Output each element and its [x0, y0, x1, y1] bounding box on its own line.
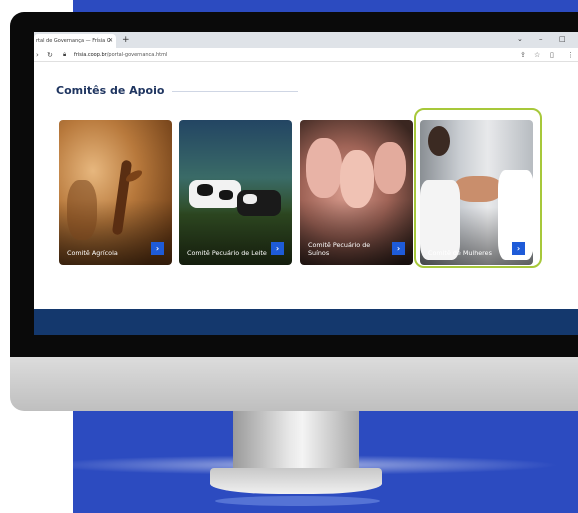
cow-body-image	[237, 190, 281, 216]
minimize-button[interactable]: –	[539, 33, 543, 45]
browser-address-bar: › ↻ 🔒︎ frisia.coop.br/portal-governanca.…	[34, 48, 578, 62]
site-footer	[34, 309, 578, 335]
url-host: frisia.coop.br	[74, 52, 107, 58]
monitor-chin	[10, 357, 578, 411]
url-field[interactable]: frisia.coop.br/portal-governanca.html	[74, 49, 167, 61]
browser-tab[interactable]: rtal de Governança — Frísia C ✕	[34, 34, 116, 48]
marketing-stage: rtal de Governança — Frísia C ✕ + ⌄ – □ …	[0, 0, 578, 513]
back-icon[interactable]: ›	[36, 49, 39, 61]
star-icon[interactable]: ☆	[534, 49, 540, 61]
cow-spot-image	[219, 190, 233, 200]
card-label: Comitê Pecuário de Suínos	[308, 241, 371, 257]
browser-tab-title: rtal de Governança — Frísia C	[36, 38, 111, 44]
lock-icon[interactable]: 🔒︎	[63, 49, 66, 61]
stand-reflection	[215, 496, 380, 506]
share-icon[interactable]: ⇪	[520, 49, 526, 61]
monitor-screen: rtal de Governança — Frísia C ✕ + ⌄ – □ …	[34, 32, 578, 335]
url-path: /portal-governanca.html	[106, 52, 168, 58]
maximize-button[interactable]: □	[559, 33, 566, 45]
close-icon[interactable]: ✕	[108, 34, 113, 48]
cow-spot-image	[197, 184, 213, 196]
card-comite-agricola[interactable]: Comitê Agrícola ›	[59, 120, 172, 265]
profile-icon[interactable]: ⋮	[567, 49, 574, 61]
new-tab-button[interactable]: +	[122, 34, 130, 46]
chevron-right-icon[interactable]: ›	[392, 242, 405, 255]
monitor-stand-foot	[210, 468, 382, 494]
card-comite-pecuario-suinos[interactable]: Comitê Pecuário de Suínos ›	[300, 120, 413, 265]
highlight-frame	[414, 108, 542, 268]
monitor-stand-neck	[233, 411, 359, 471]
cow-spot-image	[243, 194, 257, 204]
pig-image	[340, 150, 374, 208]
pig-image	[374, 142, 406, 194]
card-label: Comitê Agrícola	[67, 249, 118, 257]
card-label: Comitê Pecuário de Leite	[187, 249, 267, 257]
sidebar-icon[interactable]: ▯	[550, 49, 554, 61]
title-divider	[172, 91, 298, 92]
plant-stem-image	[111, 159, 133, 236]
cow-body-image	[189, 180, 241, 208]
page-title: Comitês de Apoio	[56, 84, 165, 97]
chevron-right-icon[interactable]: ›	[151, 242, 164, 255]
pig-image	[306, 138, 342, 198]
reload-icon[interactable]: ↻	[47, 49, 53, 61]
field-blur-image	[67, 180, 97, 240]
browser-tab-bar: rtal de Governança — Frísia C ✕ + ⌄ – □	[34, 32, 578, 48]
chevron-right-icon[interactable]: ›	[271, 242, 284, 255]
chevron-down-icon[interactable]: ⌄	[517, 33, 523, 45]
card-comite-pecuario-leite[interactable]: Comitê Pecuário de Leite ›	[179, 120, 292, 265]
